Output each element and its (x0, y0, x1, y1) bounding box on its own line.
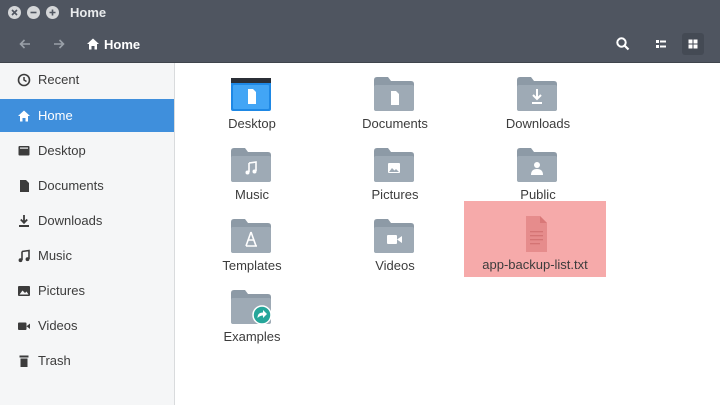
sidebar-item-videos[interactable]: Videos (0, 309, 174, 342)
sidebar-item-pictures[interactable]: Pictures (0, 274, 174, 307)
file-item-label: Public (520, 187, 556, 202)
arrow-left-icon (19, 39, 30, 49)
downloads-folder-icon (517, 77, 557, 111)
download-icon (16, 213, 32, 229)
examples-symlink-folder-icon (231, 290, 271, 324)
title-bar: Home (0, 0, 720, 26)
file-item-label: Downloads (505, 116, 571, 131)
pictures-folder-icon (374, 148, 414, 182)
window-title: Home (70, 5, 107, 20)
file-item-pictures[interactable]: Pictures (330, 137, 460, 203)
clock-icon (16, 72, 32, 88)
minimize-icon (30, 11, 37, 14)
file-item-label: Music (235, 187, 269, 202)
sidebar-item-music[interactable]: Music (0, 239, 174, 272)
sidebar-item-label: Trash (38, 353, 71, 368)
sidebar-item-label: Pictures (38, 283, 85, 298)
grid-view-icon (688, 39, 698, 49)
trash-icon (16, 353, 32, 369)
sidebar-item-label: Documents (38, 178, 104, 193)
music-folder-icon (231, 148, 271, 182)
file-item-examples[interactable]: Examples (187, 279, 317, 345)
file-item-label: app-backup-list.txt (482, 257, 588, 272)
public-folder-icon (517, 148, 557, 182)
home-icon (87, 38, 99, 50)
file-item-label: Pictures (371, 187, 419, 202)
documents-folder-icon (374, 77, 414, 111)
music-note-icon (16, 248, 32, 264)
text-file-icon (526, 216, 547, 252)
sidebar-item-label: Music (38, 248, 72, 263)
sidebar-item-home[interactable]: Home (0, 99, 174, 132)
file-item-label: Documents (362, 116, 428, 131)
home-icon (16, 108, 32, 124)
document-icon (16, 178, 32, 194)
file-manager-window: Home Home Recent Home Desktop Documents … (0, 0, 720, 405)
sidebar-item-recent[interactable]: Recent (0, 63, 174, 96)
sidebar-item-label: Downloads (38, 213, 103, 228)
sidebar-item-desktop[interactable]: Desktop (0, 134, 174, 167)
file-item-documents[interactable]: Documents (330, 66, 460, 132)
close-icon (11, 9, 18, 16)
forward-button[interactable] (46, 32, 72, 56)
file-item-videos[interactable]: Videos (330, 208, 460, 274)
grid-view-button[interactable] (682, 33, 704, 55)
file-item-templates[interactable]: Templates (187, 208, 317, 274)
sidebar-item-label: Recent (38, 72, 80, 87)
sidebar-item-label: Desktop (38, 143, 86, 158)
file-item-downloads[interactable]: Downloads (473, 66, 603, 132)
breadcrumb-label: Home (104, 36, 141, 52)
templates-folder-icon (231, 219, 271, 253)
arrow-right-icon (54, 39, 65, 49)
videos-folder-icon (374, 219, 414, 253)
file-item-public[interactable]: Public (473, 137, 603, 203)
sidebar-item-trash[interactable]: Trash (0, 344, 174, 377)
video-icon (16, 318, 32, 334)
places-sidebar: Recent Home Desktop Documents Downloads … (0, 63, 175, 405)
file-item-label: Examples (223, 329, 281, 344)
file-item-label: Templates (222, 258, 282, 273)
sidebar-item-downloads[interactable]: Downloads (0, 204, 174, 237)
search-button[interactable] (612, 33, 634, 55)
sidebar-item-documents[interactable]: Documents (0, 169, 174, 202)
file-item-app-backup-list[interactable]: app-backup-list.txt (464, 201, 606, 277)
location-breadcrumb-home[interactable]: Home (86, 32, 140, 56)
window-minimize-button[interactable] (27, 6, 40, 19)
back-button[interactable] (12, 32, 38, 56)
maximize-icon (49, 9, 56, 16)
search-icon (616, 37, 630, 51)
picture-icon (16, 283, 32, 299)
desktop-icon (16, 143, 32, 159)
header-toolbar: Home (0, 26, 720, 63)
file-item-label: Desktop (228, 116, 276, 131)
list-view-icon (656, 40, 666, 48)
file-item-music[interactable]: Music (187, 137, 317, 203)
file-item-desktop[interactable]: Desktop (187, 66, 317, 132)
window-maximize-button[interactable] (46, 6, 59, 19)
list-view-button[interactable] (650, 33, 672, 55)
window-close-button[interactable] (8, 6, 21, 19)
file-item-label: Videos (375, 258, 415, 273)
desktop-folder-icon (231, 78, 271, 111)
sidebar-item-label: Videos (38, 318, 78, 333)
sidebar-item-label: Home (38, 108, 73, 123)
file-icon-view: Desktop Documents Downloads Music Pictur… (175, 63, 720, 405)
